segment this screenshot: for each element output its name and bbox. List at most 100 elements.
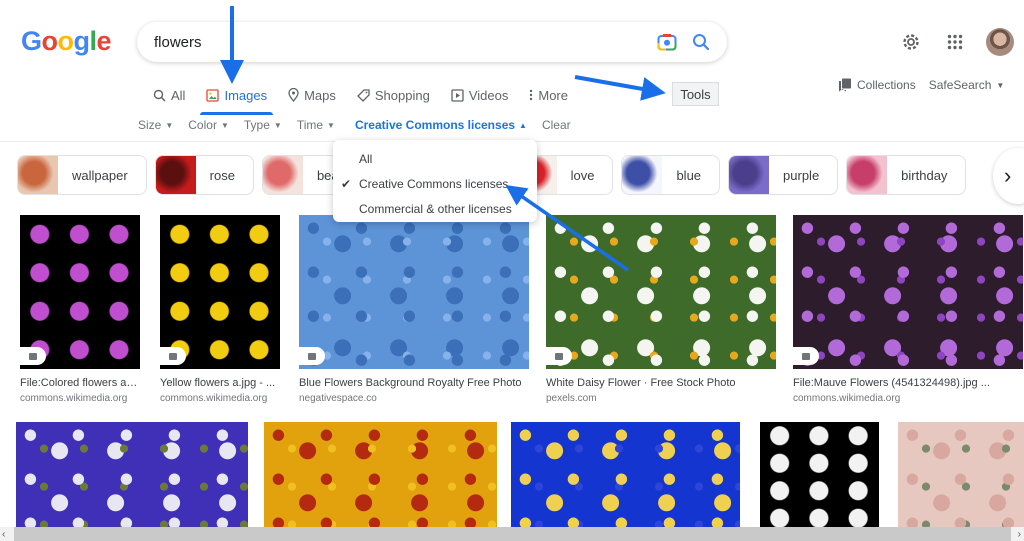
chip-birthday[interactable]: birthday: [846, 155, 967, 195]
filter-type[interactable]: Type ▼: [244, 118, 282, 132]
chip-blue[interactable]: blue: [621, 155, 721, 195]
filter-label: Clear: [541, 118, 571, 132]
clear-filters-button[interactable]: Clear: [542, 118, 571, 132]
tab-label: All: [171, 87, 186, 103]
tab-videos[interactable]: Videos: [451, 85, 509, 105]
image-result[interactable]: Blue Flowers Background Royalty Free Pho…: [299, 215, 529, 404]
image-badge: [160, 347, 186, 365]
chip-thumbnail: [847, 156, 888, 194]
logo-letter: o: [41, 26, 59, 56]
option-label: Commercial & other licenses: [359, 201, 512, 216]
search-icon[interactable]: [689, 30, 713, 54]
result-thumbnail[interactable]: [793, 215, 1023, 369]
chip-label: rose: [209, 167, 235, 183]
tool-filters: Size ▼ Color ▼ Type ▼ Time ▼ Creative Common…: [138, 118, 586, 132]
image-result[interactable]: White Daisy Flower · Free Stock Photo pe…: [546, 215, 776, 404]
filter-time[interactable]: Time ▼: [297, 118, 335, 132]
result-thumbnail[interactable]: [511, 422, 740, 532]
result-title[interactable]: File:Mauve Flowers (4541324498).jpg ...: [793, 377, 1023, 389]
logo-letter: G: [21, 26, 42, 56]
result-thumbnail[interactable]: [546, 215, 776, 369]
more-vertical-icon: [530, 89, 533, 101]
filter-label: Time: [296, 118, 324, 132]
result-source[interactable]: negativespace.co: [299, 393, 529, 404]
safesearch-label: SafeSearch: [928, 78, 992, 92]
caret-down-icon: ▼: [165, 120, 174, 130]
chip-label: wallpaper: [72, 167, 128, 183]
camera-lens-icon[interactable]: [655, 30, 679, 54]
chip-thumbnail: [262, 156, 303, 194]
result-thumbnail[interactable]: [299, 215, 529, 369]
image-icon: [206, 88, 220, 102]
image-result[interactable]: [16, 422, 248, 532]
map-pin-icon: [288, 88, 299, 102]
image-badge: [546, 347, 572, 365]
image-result[interactable]: [264, 422, 497, 532]
safesearch-menu[interactable]: SafeSearch ▼: [929, 78, 1005, 92]
result-title[interactable]: File:Colored flowers a.j...: [20, 377, 140, 389]
caret-up-icon: ▲: [519, 120, 527, 130]
tag-icon: [356, 88, 370, 102]
caret-down-icon: ▼: [220, 120, 229, 130]
image-result[interactable]: Yellow flowers a.jpg - ... commons.wikim…: [160, 215, 280, 404]
search-input[interactable]: [154, 33, 645, 51]
chip-purple[interactable]: purple: [728, 155, 839, 195]
image-badge: [793, 347, 819, 365]
image-result[interactable]: [760, 422, 879, 532]
result-thumbnail[interactable]: [160, 215, 280, 369]
scroll-left-icon[interactable]: ‹: [0, 529, 5, 540]
scroll-right-icon[interactable]: ›: [1018, 529, 1024, 540]
result-title[interactable]: Blue Flowers Background Royalty Free Pho…: [299, 377, 529, 389]
license-option-creative-commons[interactable]: ✔ Creative Commons licenses: [333, 171, 537, 196]
image-result[interactable]: [898, 422, 1024, 532]
result-title[interactable]: Yellow flowers a.jpg - ...: [160, 377, 280, 389]
tab-label: Videos: [468, 87, 509, 103]
filter-usage-rights[interactable]: Creative Commons licenses ▲: [355, 118, 527, 132]
caret-down-icon: ▼: [273, 120, 282, 130]
result-thumbnail[interactable]: [760, 422, 879, 532]
collections-link[interactable]: Collections: [838, 78, 916, 92]
chevron-right-icon[interactable]: ›: [993, 148, 1024, 204]
image-badge: [299, 347, 325, 365]
caret-down-icon: ▼: [327, 120, 335, 130]
result-thumbnail[interactable]: [20, 215, 140, 369]
logo-letter: o: [57, 26, 75, 56]
license-option-all[interactable]: All: [333, 146, 537, 171]
apps-grid-icon[interactable]: [942, 29, 968, 55]
result-source[interactable]: pexels.com: [546, 393, 776, 404]
tab-more[interactable]: More: [529, 85, 568, 105]
result-source[interactable]: commons.wikimedia.org: [793, 393, 1023, 404]
tab-shopping[interactable]: Shopping: [356, 85, 430, 105]
result-title[interactable]: White Daisy Flower · Free Stock Photo: [546, 377, 776, 389]
filter-color[interactable]: Color ▼: [188, 118, 229, 132]
tools-button[interactable]: Tools: [672, 82, 719, 106]
filter-label: Creative Commons licenses: [354, 118, 516, 132]
image-result[interactable]: File:Colored flowers a.j... commons.wiki…: [20, 215, 140, 404]
chip-thumbnail: [18, 156, 58, 194]
image-result[interactable]: File:Mauve Flowers (4541324498).jpg ... …: [793, 215, 1023, 404]
tab-all[interactable]: All: [153, 85, 185, 105]
gear-icon[interactable]: [898, 29, 924, 55]
image-icon: [169, 352, 177, 360]
header-actions: [898, 28, 1014, 56]
chip-label: purple: [783, 167, 820, 183]
logo-letter: g: [73, 26, 91, 56]
chip-rose[interactable]: rose: [154, 155, 254, 195]
scrollbar-thumb[interactable]: [14, 527, 1011, 541]
tab-label: Maps: [304, 87, 336, 103]
license-dropdown: All ✔ Creative Commons licenses Commercia…: [333, 140, 537, 222]
google-logo[interactable]: Google: [21, 26, 112, 57]
tab-maps[interactable]: Maps: [288, 85, 336, 105]
result-source[interactable]: commons.wikimedia.org: [20, 393, 140, 404]
result-thumbnail[interactable]: [898, 422, 1024, 532]
result-thumbnail[interactable]: [16, 422, 248, 532]
license-option-commercial[interactable]: Commercial & other licenses: [333, 196, 537, 221]
result-thumbnail[interactable]: [264, 422, 497, 532]
horizontal-scrollbar[interactable]: ‹ ›: [0, 527, 1024, 541]
result-source[interactable]: commons.wikimedia.org: [160, 393, 280, 404]
tab-images[interactable]: Images: [200, 85, 273, 115]
account-avatar[interactable]: [986, 28, 1014, 56]
image-result[interactable]: [511, 422, 740, 532]
chip-wallpaper[interactable]: wallpaper: [17, 155, 147, 195]
filter-size[interactable]: Size ▼: [138, 118, 173, 132]
